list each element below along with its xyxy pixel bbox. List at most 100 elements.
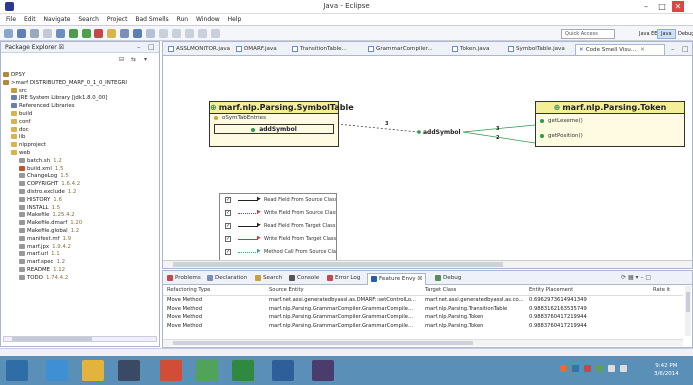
table-vertical-scrollbar[interactable] — [685, 286, 691, 336]
taskbar-ie-icon[interactable] — [46, 360, 68, 381]
tree-item[interactable]: web — [3, 149, 159, 158]
settings-icon[interactable] — [55, 29, 65, 38]
tab-token[interactable]: Token.java — [449, 44, 501, 55]
method-getlexeme[interactable]: getLexeme() — [536, 114, 684, 129]
tab-debug[interactable]: Debug — [435, 274, 461, 283]
tray-flag-icon[interactable] — [560, 365, 567, 372]
table-row[interactable]: Move Method marf.nlp.Parsing.GrammarCompi… — [163, 313, 683, 322]
prev-annotation-icon[interactable] — [184, 29, 194, 38]
tree-item[interactable]: COPYRIGHT 1.6.4.2 — [3, 181, 159, 189]
tab-grammarcompiler[interactable]: GrammarCompiler... — [365, 44, 445, 55]
tree-item[interactable]: HISTORY 1.6 — [3, 196, 159, 205]
tab-console[interactable]: Console — [289, 274, 319, 283]
tree-item[interactable]: conf — [3, 118, 159, 127]
tree-item[interactable]: marf.jpx 1.9.4.2 — [3, 243, 159, 252]
tray-app-icon[interactable] — [595, 365, 603, 372]
link-editor-icon[interactable]: ⇆ — [131, 56, 136, 63]
perspective-java[interactable]: Java — [657, 29, 676, 39]
menu-project[interactable]: Project — [107, 14, 128, 25]
perspective-debug[interactable]: Debug — [675, 29, 693, 39]
view-menu-icon[interactable]: ▾ — [144, 56, 147, 63]
tree-item[interactable]: batch.sh 1.2 — [3, 157, 159, 166]
new-class-icon[interactable] — [133, 29, 143, 38]
next-annotation-icon[interactable] — [171, 29, 181, 38]
column-header[interactable]: Entity Placement — [529, 287, 625, 293]
tree-item[interactable]: Makefile.dmarf 1.20 — [3, 220, 159, 228]
menu-edit[interactable]: Edit — [24, 14, 36, 25]
tree-item[interactable]: src — [3, 87, 159, 96]
table-row[interactable]: Move Method marf.net.assi.generatedbyassl… — [163, 296, 683, 305]
table-row[interactable]: Move Method marf.nlp.Parsing.GrammarCompi… — [163, 322, 683, 331]
collapse-all-icon[interactable]: ⊟ — [119, 56, 124, 63]
column-header[interactable]: Target Class — [425, 287, 525, 293]
tab-transitiontable[interactable]: TransitionTable... — [289, 44, 361, 55]
tree-item[interactable]: Makefile 1.25.4.2 — [3, 212, 159, 220]
tree-item[interactable]: marf.url 1.1 — [3, 251, 159, 259]
tree-item[interactable]: Referenced Libraries — [3, 103, 159, 111]
open-type-icon[interactable] — [146, 29, 156, 38]
forward-icon[interactable] — [210, 29, 220, 38]
minimize-view-icon[interactable]: – — [640, 274, 643, 281]
tree-item[interactable]: manifest.mf 1.9 — [3, 235, 159, 244]
save-icon[interactable] — [16, 29, 26, 38]
taskbar-chrome-icon[interactable] — [160, 360, 182, 381]
tab-asslmonitor[interactable]: ASSLMONITOR.java — [165, 44, 231, 55]
package-explorer-scrollbar[interactable] — [3, 336, 157, 342]
taskbar-start-icon[interactable] — [6, 360, 28, 381]
taskbar-app-green-icon[interactable] — [196, 360, 218, 381]
editor-horizontal-scrollbar[interactable] — [163, 260, 692, 268]
legend-checkbox[interactable]: ✓ — [225, 223, 231, 229]
tree-item[interactable]: README 1.12 — [3, 266, 159, 275]
taskbar-eclipse-icon[interactable] — [312, 360, 334, 381]
tree-item[interactable]: lib — [3, 134, 159, 142]
new-icon[interactable] — [4, 29, 13, 38]
method-addsymbol[interactable]: addSymbol — [214, 124, 334, 134]
maximize-editor-icon[interactable]: □ — [682, 45, 689, 53]
external-tools-icon[interactable] — [94, 29, 104, 38]
maximize-view-icon[interactable]: □ — [645, 274, 651, 281]
tree-item[interactable]: doc — [3, 126, 159, 135]
maximize-button[interactable]: □ — [656, 1, 668, 12]
close-button[interactable]: ✕ — [672, 1, 684, 12]
tree-item[interactable]: build.xml 1.5 — [3, 165, 159, 174]
package-explorer-tab[interactable]: Package Explorer ☒ — [5, 44, 64, 51]
run-icon[interactable] — [81, 29, 91, 38]
tree-item[interactable]: build — [3, 110, 159, 119]
taskbar-app-blue-icon[interactable] — [272, 360, 294, 381]
menu-run[interactable]: Run — [177, 14, 189, 25]
tree-item[interactable]: TODO 1.74.4.2 — [3, 274, 159, 283]
search-icon[interactable] — [159, 29, 169, 38]
column-header[interactable]: Source Entity — [269, 287, 419, 293]
tray-battery-icon[interactable] — [619, 365, 627, 372]
minimize-editor-icon[interactable]: – — [671, 45, 675, 53]
menu-file[interactable]: File — [6, 14, 16, 25]
print-icon[interactable] — [29, 29, 39, 38]
taskbar-media-icon[interactable] — [118, 360, 140, 381]
maximize-view-icon[interactable]: □ — [148, 43, 155, 51]
tree-item[interactable]: ChangeLog 1.5 — [3, 173, 159, 181]
tab-code-smell-visualization[interactable]: ✕ Code Smell Visu... ✕ — [575, 44, 665, 55]
legend-checkbox[interactable]: ✓ — [225, 236, 231, 242]
tab-dmarf[interactable]: DMARF.java — [233, 44, 287, 55]
table-row[interactable]: Move Method marf.nlp.Parsing.GrammarCompi… — [163, 305, 683, 314]
taskbar-clock[interactable]: 9:42 PM 3/6/2014 — [654, 362, 679, 378]
free-method-addsymbol[interactable]: addSymbol — [423, 129, 461, 136]
table-view-icon[interactable]: ▦ — [628, 274, 634, 281]
tab-error-log[interactable]: Error Log — [327, 274, 360, 283]
new-java-project-icon[interactable] — [107, 29, 117, 38]
tab-search[interactable]: Search — [255, 274, 282, 283]
tree-item[interactable]: distro.exclude 1.2 — [3, 188, 159, 197]
view-menu-icon[interactable]: ▾ — [636, 274, 639, 281]
column-header[interactable]: Rate it — [653, 287, 681, 293]
legend-checkbox[interactable]: ✓ — [225, 249, 231, 255]
refresh-icon[interactable]: ⟳ — [621, 274, 626, 281]
tree-item[interactable]: JRE System Library [jdk1.8.0_00] — [3, 95, 159, 103]
tree-item[interactable]: DPSY — [3, 72, 159, 80]
new-package-icon[interactable] — [120, 29, 130, 38]
tab-symboltable[interactable]: SymbolTable.java — [505, 44, 571, 55]
method-getposition[interactable]: getPosition() — [536, 129, 684, 144]
taskbar-explorer-icon[interactable] — [82, 360, 104, 381]
debug-icon[interactable] — [68, 29, 78, 38]
menu-bad-smells[interactable]: Bad Smells — [135, 14, 168, 25]
menu-search[interactable]: Search — [78, 14, 99, 25]
